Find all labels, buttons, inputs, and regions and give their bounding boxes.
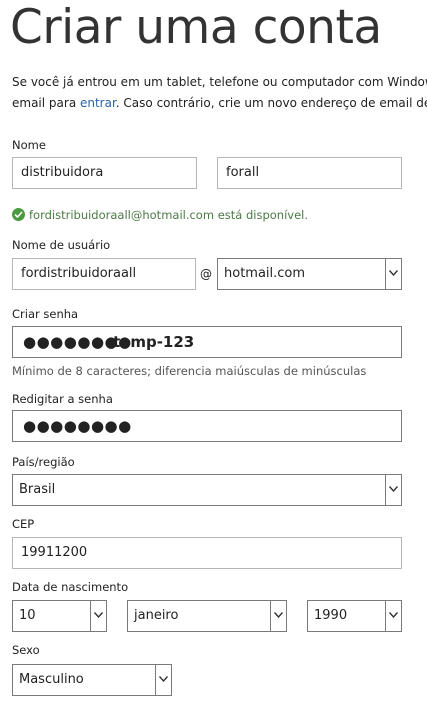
zip-label: CEP: [12, 517, 35, 531]
country-select-value: Brasil: [19, 482, 56, 497]
password-input[interactable]: ●●●●●●●● temp-123: [12, 326, 402, 358]
intro-line-2: email para entrar. Caso contrário, crie …: [12, 93, 427, 114]
domain-select-value: hotmail.com: [224, 266, 306, 281]
password-overlay-text: temp-123: [113, 333, 195, 351]
birth-month-select[interactable]: janeiro: [127, 600, 287, 632]
chevron-down-icon: [155, 665, 171, 695]
at-symbol: @: [200, 267, 212, 281]
confirm-password-label: Redigitar a senha: [12, 392, 113, 406]
birth-year-value: 1990: [314, 608, 348, 623]
country-select[interactable]: Brasil: [12, 474, 402, 506]
birthdate-label: Data de nascimento: [12, 580, 129, 594]
confirm-password-input[interactable]: ●●●●●●●●: [12, 410, 402, 442]
intro-text: Se você já entrou em um tablet, telefone…: [12, 72, 427, 114]
password-label: Criar senha: [12, 307, 79, 321]
gender-label: Sexo: [12, 643, 40, 657]
chevron-down-icon: [270, 601, 286, 631]
country-label: País/região: [12, 455, 75, 469]
birth-year-select[interactable]: 1990: [307, 600, 402, 632]
intro-line-1: Se você já entrou em um tablet, telefone…: [12, 75, 427, 89]
chevron-down-icon: [90, 601, 106, 631]
page-title: Criar uma conta: [10, 0, 382, 55]
username-input[interactable]: fordistribuidoraall: [12, 258, 196, 290]
chevron-down-icon: [385, 475, 401, 505]
birth-day-value: 10: [19, 608, 36, 623]
first-name-input[interactable]: distribuidora: [12, 157, 197, 189]
domain-select[interactable]: hotmail.com: [217, 258, 402, 290]
gender-select[interactable]: Masculino: [12, 664, 172, 696]
username-label: Nome de usuário: [12, 238, 111, 252]
zip-input[interactable]: 19911200: [12, 537, 402, 569]
intro-line-2-suffix: . Caso contrário, crie um novo endereço …: [115, 96, 427, 110]
chevron-down-icon: [385, 601, 401, 631]
confirm-password-mask: ●●●●●●●●: [23, 417, 132, 435]
last-name-input[interactable]: forall: [217, 157, 402, 189]
availability-message: fordistribuidoraall@hotmail.com está dis…: [12, 208, 308, 222]
chevron-down-icon: [385, 259, 401, 289]
check-circle-icon: [12, 208, 25, 221]
gender-select-value: Masculino: [19, 672, 84, 687]
birth-month-value: janeiro: [134, 608, 179, 623]
sign-in-link[interactable]: entrar: [80, 96, 116, 110]
intro-line-2-prefix: email para: [12, 96, 80, 110]
password-hint: Mínimo de 8 caracteres; diferencia maiús…: [12, 364, 367, 378]
name-label: Nome: [12, 138, 46, 152]
availability-text: fordistribuidoraall@hotmail.com está dis…: [29, 208, 309, 222]
birth-day-select[interactable]: 10: [12, 600, 107, 632]
